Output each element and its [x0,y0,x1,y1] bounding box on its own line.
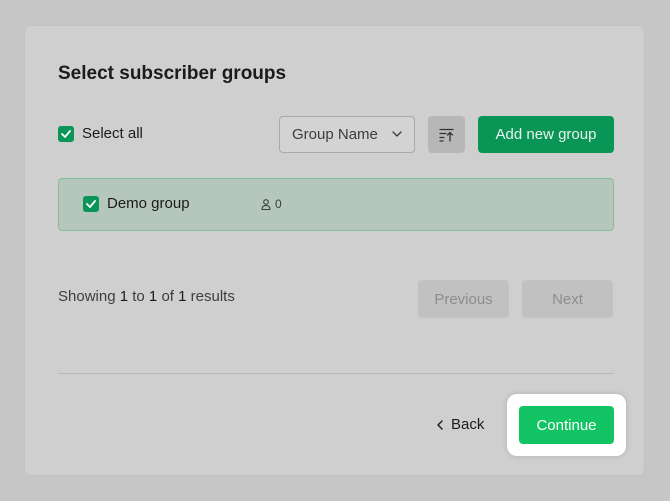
sort-direction-button[interactable] [428,116,465,153]
continue-button[interactable]: Continue [519,406,614,444]
results-suffix: results [190,288,235,305]
subscriber-groups-card: Select subscriber groups Select all Grou… [24,25,645,476]
sort-field-select[interactable]: Group Name [279,116,415,153]
select-all-label[interactable]: Select all [82,125,143,142]
chevron-left-icon [437,419,443,430]
next-page-button[interactable]: Next [522,280,613,318]
group-checkbox[interactable] [83,196,99,212]
previous-page-button[interactable]: Previous [418,280,509,318]
results-to: 1 [148,288,158,305]
results-to-word: to [132,288,145,305]
sort-ascending-icon [438,128,454,142]
check-icon [86,200,96,208]
results-summary: Showing 1 to 1 of 1 results [58,288,235,305]
divider [58,373,614,374]
sort-field-value: Group Name [292,126,378,143]
page-title: Select subscriber groups [58,63,287,84]
member-count: 0 [261,197,282,211]
group-name: Demo group [107,195,190,212]
back-label: Back [451,416,485,433]
group-row[interactable]: Demo group 0 [58,178,614,231]
user-icon [261,198,271,210]
member-count-value: 0 [275,197,282,211]
add-new-group-button[interactable]: Add new group [478,116,614,153]
results-of-word: of [161,288,174,305]
results-total: 1 [178,288,187,305]
chevron-down-icon [392,131,402,137]
continue-highlight: Continue [507,394,626,456]
results-from: 1 [119,288,129,305]
check-icon [61,130,71,138]
results-prefix: Showing [58,288,116,305]
back-button[interactable]: Back [437,416,484,433]
select-all-checkbox[interactable] [58,126,74,142]
